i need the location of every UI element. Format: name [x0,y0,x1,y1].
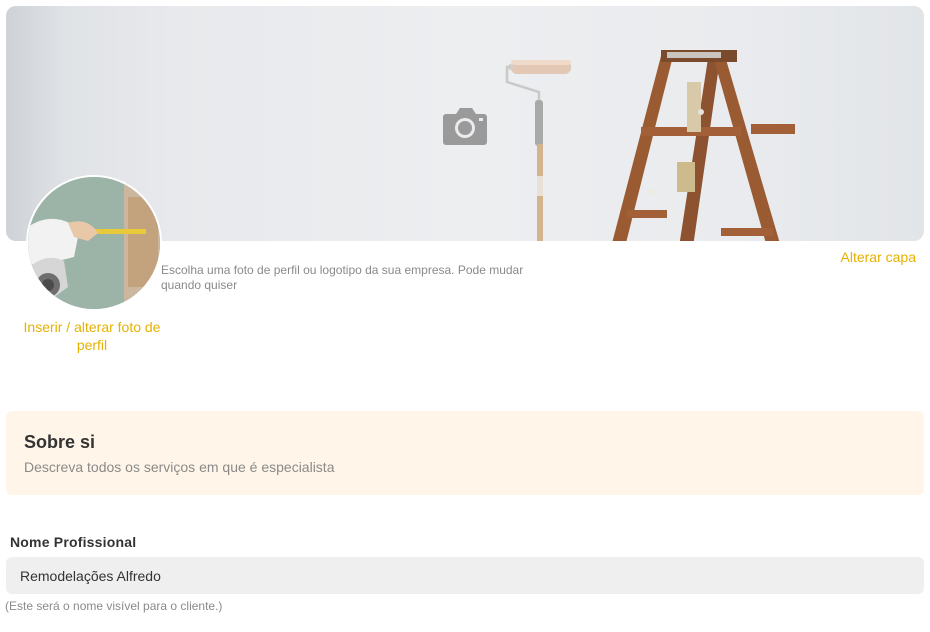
camera-icon[interactable] [442,106,488,146]
avatar-photo [28,177,160,309]
professional-name-input[interactable] [6,557,924,594]
about-section: Sobre si Descreva todos os serviços em q… [6,411,924,495]
professional-name-help: (Este será o nome visível para o cliente… [5,599,223,613]
ladder-image [612,50,795,241]
change-profile-photo-link[interactable]: Inserir / alterar foto de perfil [22,318,162,354]
profile-page: Alterar capa Escolha uma foto de perfil … [0,0,930,632]
change-cover-link[interactable]: Alterar capa [841,249,916,265]
about-subtitle: Descreva todos os serviços em que é espe… [24,459,335,475]
profile-photo-hint: Escolha uma foto de perfil ou logotipo d… [161,263,524,292]
paint-roller-image [505,60,571,241]
professional-name-label: Nome Profissional [10,534,137,550]
about-title: Sobre si [24,432,96,452]
avatar[interactable] [26,175,162,311]
